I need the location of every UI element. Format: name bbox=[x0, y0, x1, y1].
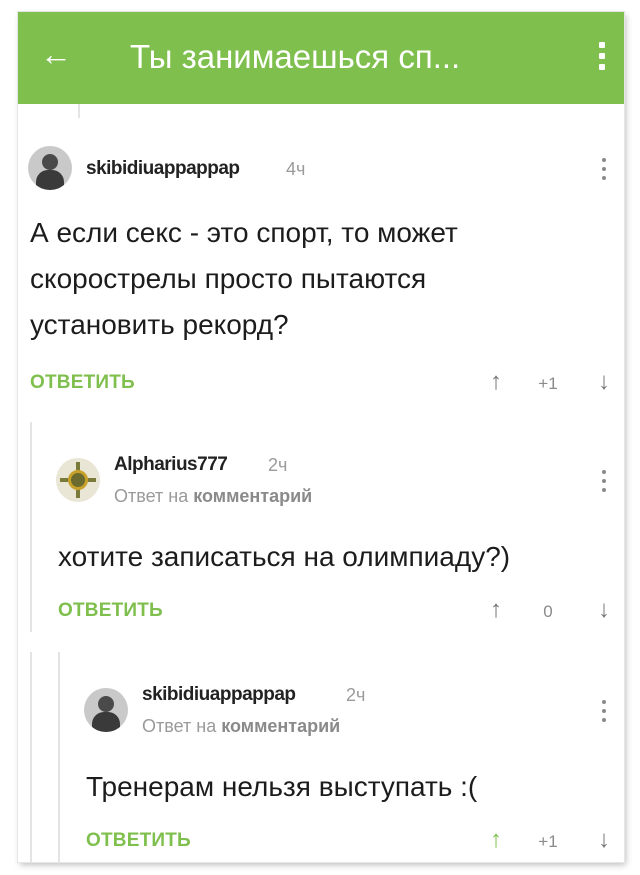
comment-username[interactable]: skibidiuappappap bbox=[86, 158, 240, 180]
kebab-menu-icon[interactable] bbox=[590, 36, 614, 76]
reply-to-label: Ответ на комментарий bbox=[114, 486, 313, 506]
comment-time: 2ч bbox=[268, 455, 288, 475]
reply-target-link[interactable]: комментарий bbox=[221, 716, 340, 736]
upvote-icon[interactable]: ↑ bbox=[490, 826, 502, 854]
upvote-icon[interactable]: ↑ bbox=[490, 596, 502, 624]
comment-reply: skibidiuappappap 2ч Ответ на комментарий… bbox=[74, 652, 624, 862]
downvote-icon[interactable]: ↓ bbox=[598, 826, 610, 854]
downvote-icon[interactable]: ↓ bbox=[598, 368, 610, 396]
reply-button[interactable]: ОТВЕТИТЬ bbox=[30, 372, 135, 394]
reply-target-link[interactable]: комментарий bbox=[193, 486, 312, 506]
thread-line bbox=[30, 422, 32, 632]
downvote-icon[interactable]: ↓ bbox=[598, 596, 610, 624]
back-arrow-icon[interactable]: ← bbox=[36, 34, 76, 74]
comment-score: 0 bbox=[543, 602, 553, 621]
comment-reply: Alpharius777 2ч Ответ на комментарий хот… bbox=[46, 422, 624, 632]
avatar[interactable] bbox=[28, 146, 72, 190]
comment-menu-icon[interactable] bbox=[600, 468, 608, 496]
comment-text: А если секс - это спорт, то может скорос… bbox=[30, 217, 458, 340]
thread-line bbox=[58, 652, 60, 862]
comment-username[interactable]: skibidiuappappap bbox=[142, 684, 296, 706]
comment-text: Тренерам нельзя выступать :( bbox=[86, 771, 478, 802]
avatar[interactable] bbox=[84, 688, 128, 732]
reply-button[interactable]: ОТВЕТИТЬ bbox=[86, 830, 191, 852]
avatar[interactable] bbox=[56, 458, 100, 502]
reply-button[interactable]: ОТВЕТИТЬ bbox=[58, 600, 163, 622]
comment-menu-icon[interactable] bbox=[600, 156, 608, 184]
page-title: Ты занимаешься сп... bbox=[130, 38, 461, 75]
app-window: ← Ты занимаешься сп... skibidiuappappap … bbox=[18, 12, 624, 862]
comment: skibidiuappappap 4ч А если секс - это сп… bbox=[18, 104, 624, 404]
thread-line bbox=[30, 652, 32, 862]
comment-time: 4ч bbox=[286, 159, 306, 179]
comment-time: 2ч bbox=[346, 685, 366, 705]
app-bar: ← Ты занимаешься сп... bbox=[18, 12, 624, 104]
reply-to-label: Ответ на комментарий bbox=[142, 716, 341, 736]
comment-username[interactable]: Alpharius777 bbox=[114, 454, 228, 476]
comment-score: +1 bbox=[538, 832, 558, 851]
comment-text: хотите записаться на олимпиаду?) bbox=[58, 541, 511, 572]
comment-menu-icon[interactable] bbox=[600, 698, 608, 726]
comment-score: +1 bbox=[538, 374, 558, 393]
upvote-icon[interactable]: ↑ bbox=[490, 368, 502, 396]
